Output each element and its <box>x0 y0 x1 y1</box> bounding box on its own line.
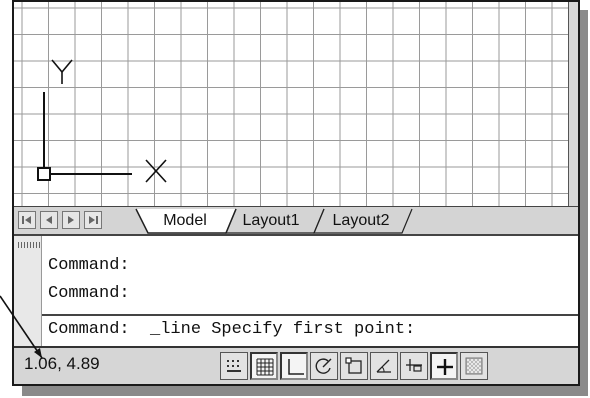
callout-arrow <box>0 295 43 359</box>
